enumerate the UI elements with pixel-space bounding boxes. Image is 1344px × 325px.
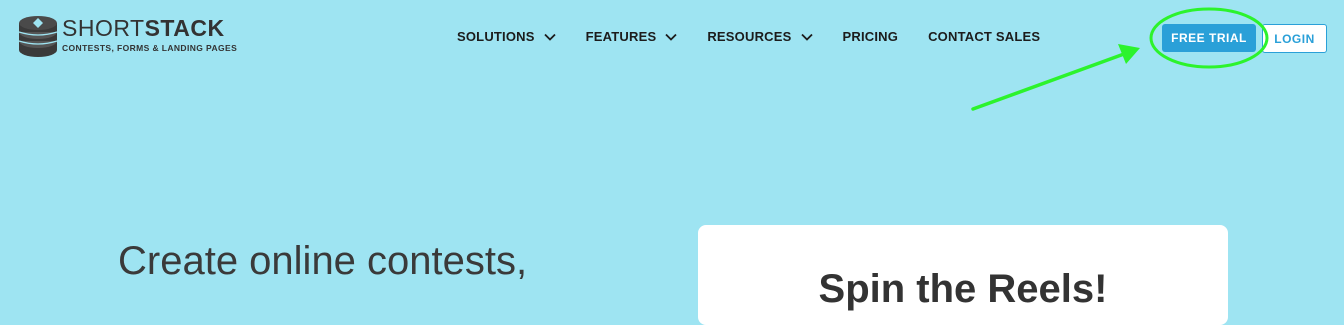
annotation-arrow-head	[1118, 44, 1140, 64]
logo-tagline: CONTESTS, FORMS & LANDING PAGES	[62, 43, 238, 53]
nav-item-solutions[interactable]: SOLUTIONS	[457, 29, 556, 44]
game-preview-card: Spin the Reels!	[698, 225, 1228, 325]
logo[interactable]: SHORTSTACK CONTESTS, FORMS & LANDING PAG…	[18, 15, 237, 59]
hero-headline: Create online contests,	[118, 239, 528, 283]
nav-item-features[interactable]: FEATURES	[586, 29, 678, 44]
nav-item-label: RESOURCES	[707, 29, 792, 44]
stack-icon	[18, 16, 58, 57]
card-title: Spin the Reels!	[818, 267, 1108, 311]
chevron-down-icon	[665, 33, 677, 41]
nav-item-resources[interactable]: RESOURCES	[707, 29, 813, 44]
free-trial-button[interactable]: FREE TRIAL	[1162, 24, 1256, 52]
nav-item-label: CONTACT SALES	[928, 29, 1041, 44]
nav-item-contact-sales[interactable]: CONTACT SALES	[928, 29, 1040, 44]
nav-item-label: SOLUTIONS	[457, 29, 535, 44]
chevron-down-icon	[800, 33, 813, 41]
nav-item-label: FEATURES	[585, 29, 657, 44]
login-button[interactable]: LOGIN	[1262, 24, 1327, 53]
chevron-down-icon	[544, 33, 556, 41]
main-nav: SOLUTIONS FEATURES RESOURCES PRICING CON…	[457, 29, 1040, 44]
logo-wordmark: SHORTSTACK	[62, 15, 225, 41]
nav-item-label: PRICING	[842, 29, 899, 44]
annotation-arrow-shaft	[971, 52, 1126, 111]
nav-item-pricing[interactable]: PRICING	[843, 29, 899, 44]
